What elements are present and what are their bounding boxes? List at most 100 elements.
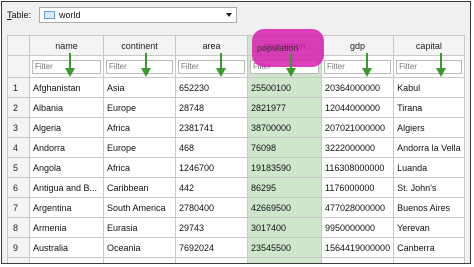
cell-capital[interactable]: St. John's: [393, 177, 465, 198]
row-number[interactable]: 7: [7, 197, 30, 218]
table-row[interactable]: 2 Albania Europe 28748 2821977 12044000000 Tir…: [7, 97, 465, 118]
cell-name[interactable]: Australia: [29, 237, 104, 258]
table-row[interactable]: 1 Afghanistan Asia 652230 25500100 2036400000…: [7, 77, 465, 98]
cell-capital[interactable]: Andorra la Vella: [393, 137, 465, 158]
table-row[interactable]: 8 Armenia Eurasia 29743 3017400 9950000000 Yer…: [7, 217, 465, 238]
cell-capital[interactable]: Kabul: [393, 77, 465, 98]
cell-population[interactable]: 76098: [247, 137, 322, 158]
table-row[interactable]: 7 Argentina South America 2780400 42669500 47…: [7, 197, 465, 218]
row-number[interactable]: 1: [7, 77, 30, 98]
cell-area[interactable]: 7692024: [175, 237, 248, 258]
cell-population[interactable]: 38700000: [247, 117, 322, 138]
cell-population[interactable]: 25500100: [247, 77, 322, 98]
table-row[interactable]: 5 Angola Africa 1246700 19183590 116308000000…: [7, 157, 465, 178]
cell-area[interactable]: 2381741: [175, 117, 248, 138]
row-number[interactable]: 6: [7, 177, 30, 198]
cell-name[interactable]: Algeria: [29, 117, 104, 138]
filter-cell-capital: [393, 55, 465, 78]
column-header-capital[interactable]: capital: [393, 35, 465, 56]
table-row[interactable]: 3 Algeria Africa 2381741 38700000 20702100000…: [7, 117, 465, 138]
table-row[interactable]: 10AustriaEurope838718504850394458000000V…: [7, 257, 465, 263]
cell-gdp[interactable]: 394458000000: [320, 257, 395, 263]
cell-continent[interactable]: Europe: [103, 97, 176, 118]
cell-population[interactable]: 8504850: [247, 257, 322, 263]
table-label: Table:: [7, 10, 31, 20]
table-row[interactable]: 9 Australia Oceania 7692024 23545500 15644190…: [7, 237, 465, 258]
cell-population[interactable]: 19183590: [247, 157, 322, 178]
column-header-area[interactable]: area: [175, 35, 248, 56]
cell-population[interactable]: 42669500: [247, 197, 322, 218]
cell-population[interactable]: 3017400: [247, 217, 322, 238]
cell-area[interactable]: 468: [175, 137, 248, 158]
cell-capital[interactable]: Vienna: [393, 257, 465, 263]
cell-area[interactable]: 83871: [175, 257, 248, 263]
cell-gdp[interactable]: 9950000000: [320, 217, 395, 238]
cell-continent[interactable]: Africa: [103, 157, 176, 178]
cell-name[interactable]: Albania: [29, 97, 104, 118]
row-number[interactable]: 2: [7, 97, 30, 118]
filter-input-area[interactable]: [178, 59, 245, 74]
row-number[interactable]: 8: [7, 217, 30, 238]
cell-area[interactable]: 1246700: [175, 157, 248, 178]
cell-gdp[interactable]: 116308000000: [320, 157, 395, 178]
cell-continent[interactable]: Europe: [103, 257, 176, 263]
cell-continent[interactable]: Europe: [103, 137, 176, 158]
cell-continent[interactable]: Africa: [103, 117, 176, 138]
filter-input-continent[interactable]: [106, 59, 173, 74]
filter-input-name[interactable]: [32, 59, 101, 74]
filter-input-capital[interactable]: [396, 59, 462, 74]
grid-corner[interactable]: [7, 35, 30, 56]
cell-capital[interactable]: Luanda: [393, 157, 465, 178]
cell-continent[interactable]: Eurasia: [103, 217, 176, 238]
row-number[interactable]: 9: [7, 237, 30, 258]
column-header-continent[interactable]: continent: [103, 35, 176, 56]
cell-gdp[interactable]: 12044000000: [320, 97, 395, 118]
cell-continent[interactable]: Oceania: [103, 237, 176, 258]
cell-gdp[interactable]: 1176000000: [320, 177, 395, 198]
cell-capital[interactable]: Algiers: [393, 117, 465, 138]
cell-gdp[interactable]: 1564419000000: [320, 237, 395, 258]
row-number[interactable]: 3: [7, 117, 30, 138]
cell-continent[interactable]: South America: [103, 197, 176, 218]
chevron-down-icon[interactable]: [226, 13, 232, 17]
cell-area[interactable]: 28748: [175, 97, 248, 118]
filter-input-gdp[interactable]: [324, 59, 392, 74]
cell-name[interactable]: Argentina: [29, 197, 104, 218]
selected-table-name: world: [59, 10, 81, 20]
table-row[interactable]: 6 Antigua and B... Caribbean 442 86295 117600…: [7, 177, 465, 198]
cell-gdp[interactable]: 20364000000: [320, 77, 395, 98]
cell-continent[interactable]: Caribbean: [103, 177, 176, 198]
cell-area[interactable]: 442: [175, 177, 248, 198]
cell-gdp[interactable]: 207021000000: [320, 117, 395, 138]
cell-population[interactable]: 23545500: [247, 237, 322, 258]
column-header-population[interactable]: population: [247, 35, 322, 56]
cell-name[interactable]: Armenia: [29, 217, 104, 238]
cell-name[interactable]: Austria: [29, 257, 104, 263]
cell-name[interactable]: Antigua and B...: [29, 177, 104, 198]
table-icon: [44, 11, 55, 19]
cell-area[interactable]: 2780400: [175, 197, 248, 218]
cell-name[interactable]: Angola: [29, 157, 104, 178]
row-number[interactable]: 5: [7, 157, 30, 178]
filter-input-population[interactable]: [250, 59, 319, 74]
cell-area[interactable]: 29743: [175, 217, 248, 238]
cell-name[interactable]: Andorra: [29, 137, 104, 158]
cell-gdp[interactable]: 477028000000: [320, 197, 395, 218]
cell-capital[interactable]: Buenos Aires: [393, 197, 465, 218]
row-number[interactable]: 10: [7, 257, 30, 263]
table-row[interactable]: 4 Andorra Europe 468 76098 3222000000 Andorra …: [7, 137, 465, 158]
table-select-dropdown[interactable]: world: [39, 7, 237, 23]
cell-capital[interactable]: Yerevan: [393, 217, 465, 238]
row-number[interactable]: 4: [7, 137, 30, 158]
cell-name[interactable]: Afghanistan: [29, 77, 104, 98]
data-grid-container[interactable]: name continent area population gdp capit…: [7, 35, 470, 263]
cell-gdp[interactable]: 3222000000: [320, 137, 395, 158]
cell-capital[interactable]: Canberra: [393, 237, 465, 258]
cell-population[interactable]: 2821977: [247, 97, 322, 118]
column-header-name[interactable]: name: [29, 35, 104, 56]
column-header-gdp[interactable]: gdp: [320, 35, 395, 56]
cell-population[interactable]: 86295: [247, 177, 322, 198]
cell-capital[interactable]: Tirana: [393, 97, 465, 118]
cell-area[interactable]: 652230: [175, 77, 248, 98]
cell-continent[interactable]: Asia: [103, 77, 176, 98]
